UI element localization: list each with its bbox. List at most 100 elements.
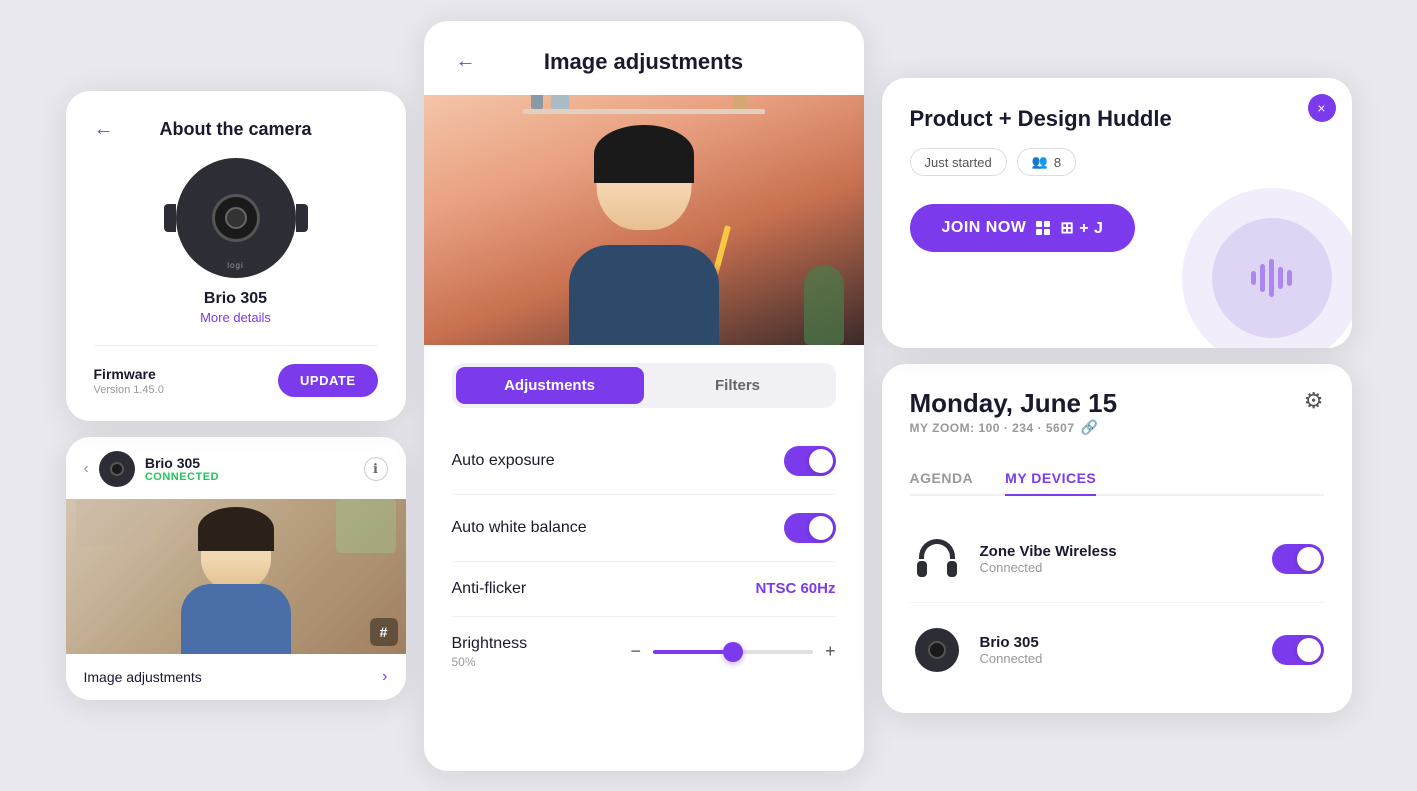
cal-tabs: AGENDA MY DEVICES bbox=[910, 462, 1324, 496]
headphone-arc bbox=[919, 539, 955, 559]
firmware-label: Firmware bbox=[94, 366, 164, 382]
device-status-zone-vibe: Connected bbox=[980, 560, 1256, 575]
tab-my-devices[interactable]: MY DEVICES bbox=[1005, 462, 1096, 496]
more-details-link[interactable]: More details bbox=[200, 310, 271, 325]
headphone-right-cup bbox=[947, 561, 957, 577]
zoom-label: MY ZOOM: 100 · 234 · 5607 bbox=[910, 421, 1075, 435]
brightness-label: Brightness bbox=[452, 635, 528, 653]
windows-icon bbox=[1036, 221, 1050, 235]
sound-bars bbox=[1251, 259, 1292, 297]
settings-list: Auto exposure Auto white balance Anti-fl… bbox=[424, 420, 864, 771]
join-button-label: JOIN NOW bbox=[942, 219, 1027, 237]
right-column: × Product + Design Huddle Just started 👥… bbox=[882, 78, 1352, 713]
camera-image bbox=[910, 623, 964, 677]
camera-thumb-inner bbox=[110, 462, 124, 476]
device-item-zone-vibe: Zone Vibe Wireless Connected bbox=[910, 516, 1324, 603]
image-adjustments-card: ← Image adjustments A bbox=[424, 21, 864, 771]
brightness-slider-fill bbox=[653, 650, 733, 654]
chevron-right-icon: › bbox=[382, 668, 387, 686]
tab-agenda[interactable]: AGENDA bbox=[910, 462, 974, 496]
info-icon[interactable]: ℹ bbox=[364, 457, 388, 481]
sound-bar bbox=[1287, 270, 1292, 286]
settings-icon[interactable]: ⚙ bbox=[1304, 388, 1324, 414]
anti-flicker-value[interactable]: NTSC 60Hz bbox=[755, 580, 835, 597]
meeting-people-badge: 👥 8 bbox=[1017, 148, 1076, 176]
sound-wave-inner bbox=[1212, 218, 1332, 338]
camera-model-name: Brio 305 bbox=[204, 290, 267, 308]
toggle-knob bbox=[809, 449, 833, 473]
device-status-brio-305: Connected bbox=[980, 651, 1256, 666]
device-toggle-zone-vibe[interactable] bbox=[1272, 544, 1324, 574]
firmware-row: Firmware Version 1.45.0 UPDATE bbox=[94, 345, 378, 397]
setting-auto-exposure: Auto exposure bbox=[452, 428, 836, 495]
camera-preview-card: ‹ Brio 305 CONNECTED ℹ # bbox=[66, 437, 406, 700]
camera-thumbnail-icon bbox=[99, 451, 135, 487]
preview-header-left: ‹ Brio 305 CONNECTED bbox=[84, 451, 220, 487]
camera-about-card: ← About the camera logi Brio 305 More de… bbox=[66, 91, 406, 421]
sound-bar bbox=[1260, 264, 1265, 292]
headphone-image bbox=[910, 532, 964, 586]
brightness-slider-row: − + bbox=[630, 641, 835, 662]
anti-flicker-label: Anti-flicker bbox=[452, 580, 527, 598]
people-icon: 👥 bbox=[1032, 154, 1048, 170]
preview-device-name: Brio 305 bbox=[145, 455, 219, 471]
toggle-knob bbox=[1297, 547, 1321, 571]
back-arrow-icon[interactable]: ← bbox=[94, 118, 114, 141]
preview-header: ‹ Brio 305 CONNECTED ℹ bbox=[66, 437, 406, 499]
camera-ear-right bbox=[296, 204, 308, 232]
brightness-slider-thumb[interactable] bbox=[723, 642, 743, 662]
image-adjustments-row[interactable]: Image adjustments › bbox=[66, 654, 406, 700]
device-toggle-brio-305[interactable] bbox=[1272, 635, 1324, 665]
logi-label: logi bbox=[227, 261, 243, 270]
sound-bar bbox=[1269, 259, 1274, 297]
cal-date: Monday, June 15 bbox=[910, 388, 1118, 419]
sound-wave-decoration bbox=[1182, 188, 1352, 348]
headphone-left-cup bbox=[917, 561, 927, 577]
update-firmware-button[interactable]: UPDATE bbox=[278, 364, 377, 397]
meeting-status-text: Just started bbox=[925, 155, 992, 170]
meeting-status-badge: Just started bbox=[910, 148, 1007, 176]
preview-connected-status: CONNECTED bbox=[145, 471, 219, 483]
headphone-shape bbox=[915, 537, 959, 581]
setting-brightness: Brightness 50% − + bbox=[452, 617, 836, 687]
hash-badge: # bbox=[370, 618, 398, 646]
auto-white-balance-toggle[interactable] bbox=[784, 513, 836, 543]
tab-filters[interactable]: Filters bbox=[644, 367, 832, 404]
toggle-knob bbox=[809, 516, 833, 540]
auto-exposure-toggle[interactable] bbox=[784, 446, 836, 476]
adj-back-arrow[interactable]: ← bbox=[456, 50, 476, 73]
setting-anti-flicker: Anti-flicker NTSC 60Hz bbox=[452, 562, 836, 617]
auto-white-balance-label: Auto white balance bbox=[452, 519, 587, 537]
cal-zoom-info: MY ZOOM: 100 · 234 · 5607 🔗 bbox=[910, 419, 1118, 436]
image-adjustments-label: Image adjustments bbox=[84, 669, 202, 685]
meeting-badges: Just started 👥 8 bbox=[910, 148, 1324, 176]
device-name-zone-vibe: Zone Vibe Wireless bbox=[980, 543, 1256, 560]
left-column: ← About the camera logi Brio 305 More de… bbox=[66, 91, 406, 700]
close-button[interactable]: × bbox=[1308, 94, 1336, 122]
sound-bar bbox=[1251, 271, 1256, 285]
zoom-link-icon: 🔗 bbox=[1081, 419, 1099, 436]
meeting-card: × Product + Design Huddle Just started 👥… bbox=[882, 78, 1352, 348]
brightness-decrease-button[interactable]: − bbox=[630, 641, 641, 662]
tab-adjustments[interactable]: Adjustments bbox=[456, 367, 644, 404]
previous-device-button[interactable]: ‹ bbox=[84, 460, 89, 478]
camera-ear-left bbox=[164, 204, 176, 232]
people-count: 8 bbox=[1054, 155, 1061, 170]
firmware-version: Version 1.45.0 bbox=[94, 384, 164, 396]
plant-decoration bbox=[804, 265, 844, 345]
auto-exposure-label: Auto exposure bbox=[452, 452, 555, 470]
camera-preview-image: # bbox=[66, 499, 406, 654]
adj-video-preview bbox=[424, 95, 864, 345]
join-now-button[interactable]: JOIN NOW ⊞ + J bbox=[910, 204, 1136, 252]
brightness-pct: 50% bbox=[452, 655, 528, 669]
camera-device-image: logi bbox=[176, 158, 296, 278]
device-list: Zone Vibe Wireless Connected Brio 305 Co… bbox=[910, 516, 1324, 693]
brightness-slider-track[interactable] bbox=[653, 650, 813, 654]
firmware-info: Firmware Version 1.45.0 bbox=[94, 366, 164, 396]
preview-device-info: Brio 305 CONNECTED bbox=[145, 455, 219, 483]
brightness-increase-button[interactable]: + bbox=[825, 641, 836, 662]
sound-bar bbox=[1278, 267, 1283, 289]
adj-tabs-row: Adjustments Filters bbox=[452, 363, 836, 408]
camera-card-title: About the camera bbox=[159, 119, 311, 140]
device-info-zone-vibe: Zone Vibe Wireless Connected bbox=[980, 543, 1256, 575]
